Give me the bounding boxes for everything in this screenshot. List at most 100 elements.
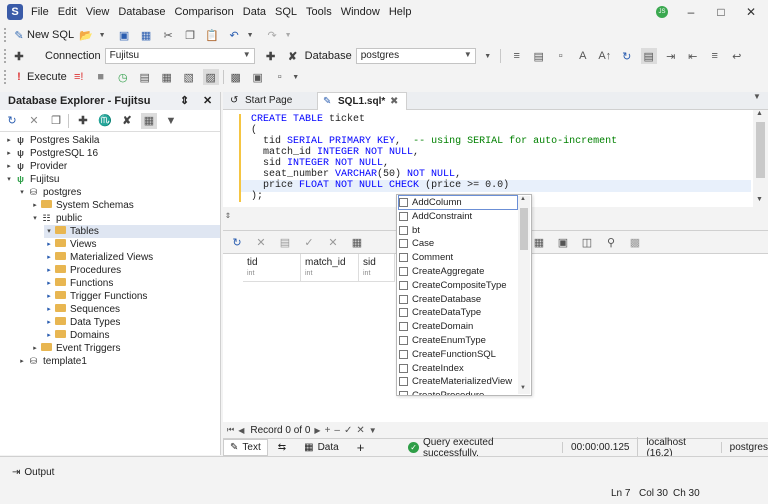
autocomplete-item[interactable]: CreateFunctionSQL: [399, 348, 517, 361]
query-profiler-icon[interactable]: ▤: [137, 69, 153, 85]
column-header-tid[interactable]: tid int: [243, 254, 301, 282]
chevron-right-icon[interactable]: ▸: [17, 355, 27, 368]
disconnect-icon[interactable]: ✘: [285, 48, 301, 64]
uncomment-icon[interactable]: ▫: [553, 48, 569, 64]
chevron-right-icon[interactable]: ▸: [44, 277, 54, 290]
scroll-down-icon[interactable]: ▼: [520, 385, 526, 391]
outdent-icon[interactable]: ⇤: [685, 48, 701, 64]
menu-file[interactable]: File: [31, 0, 49, 24]
refresh-icon[interactable]: ↻: [4, 113, 20, 129]
undo-dropdown-icon[interactable]: ▼: [242, 27, 258, 43]
close-tab-icon[interactable]: ✖: [390, 93, 398, 111]
format-document-icon[interactable]: ≡: [509, 48, 525, 64]
autocomplete-item[interactable]: Comment: [399, 251, 517, 264]
menu-edit[interactable]: Edit: [58, 0, 77, 24]
open-folder-icon[interactable]: 📂: [78, 27, 94, 43]
card-view-icon[interactable]: ▣: [555, 234, 571, 250]
execute-button[interactable]: Execute: [27, 71, 67, 83]
close-window-button[interactable]: ✕: [743, 4, 759, 20]
stop-icon[interactable]: ■: [93, 69, 109, 85]
explain-plan-icon[interactable]: ▦: [159, 69, 175, 85]
sql-icon[interactable]: ▤: [640, 48, 657, 64]
tree-node-sequences[interactable]: ▸ Sequences: [44, 303, 120, 316]
toolbar-grip[interactable]: [4, 49, 7, 63]
redo-icon[interactable]: ↷: [264, 27, 280, 43]
toolbar-overflow-icon[interactable]: ▼: [480, 48, 496, 64]
chevron-down-icon[interactable]: ▾: [44, 225, 54, 238]
history-icon[interactable]: ◷: [115, 69, 131, 85]
uppercase-icon[interactable]: A: [575, 48, 591, 64]
autocomplete-item[interactable]: bt: [399, 224, 517, 237]
menu-database[interactable]: Database: [118, 0, 165, 24]
autocomplete-item[interactable]: CreateCompositeType: [399, 279, 517, 292]
tree-node-postgresql16[interactable]: ▸ ψ PostgreSQL 16: [4, 147, 98, 160]
delete-icon[interactable]: ✕: [26, 113, 42, 129]
chevron-down-icon[interactable]: ▾: [17, 186, 27, 199]
transaction-icon[interactable]: ▧: [181, 69, 197, 85]
menu-sql[interactable]: SQL: [275, 0, 297, 24]
discard-changes-icon[interactable]: ✕: [325, 234, 341, 250]
tree-node-public[interactable]: ▾ ☷ public: [30, 212, 82, 225]
add-tab-icon[interactable]: +: [357, 440, 365, 455]
column-header-sid[interactable]: sid int: [359, 254, 395, 282]
editor-scrollbar[interactable]: ▲ ▼: [753, 110, 768, 228]
cancel-icon[interactable]: ✕: [253, 234, 269, 250]
tab-sql1[interactable]: ✎ SQL1.sql* ✖: [317, 92, 407, 110]
wrap-icon[interactable]: ↩: [729, 48, 745, 64]
autocomplete-item[interactable]: CreateIndex: [399, 362, 517, 375]
tree-node-postgres[interactable]: ▾ ⛁ postgres: [17, 186, 81, 199]
autocomplete-item[interactable]: CreateDatabase: [399, 293, 517, 306]
tree-node-postgres-sakila[interactable]: ▸ ψ Postgres Sakila: [4, 134, 99, 147]
menu-comparison[interactable]: Comparison: [174, 0, 233, 24]
paste-icon[interactable]: 📋: [204, 27, 220, 43]
chevron-down-icon[interactable]: ▾: [4, 173, 14, 186]
autocomplete-item[interactable]: AddConstraint: [399, 210, 517, 223]
menu-window[interactable]: Window: [341, 0, 380, 24]
autocomplete-item[interactable]: Case: [399, 237, 517, 250]
tree-node-views[interactable]: ▸ Views: [44, 238, 97, 251]
autocomplete-item[interactable]: CreateProcedure: [399, 389, 517, 395]
save-icon[interactable]: ▣: [116, 27, 132, 43]
disconnect-icon[interactable]: ✘: [119, 113, 135, 129]
sql-editor[interactable]: CREATE TABLE ticket ( tid SERIAL PRIMARY…: [223, 110, 753, 222]
tabs-dropdown-icon[interactable]: ▼: [753, 92, 761, 101]
connect-icon[interactable]: ✚: [263, 48, 279, 64]
new-sql-button[interactable]: New SQL: [27, 29, 74, 41]
options-dropdown-icon[interactable]: ▼: [288, 69, 304, 85]
redo-dropdown-icon[interactable]: ▼: [280, 27, 296, 43]
chevron-right-icon[interactable]: ▸: [44, 238, 54, 251]
tree-node-event-triggers[interactable]: ▸ Event Triggers: [30, 342, 120, 355]
columns-icon[interactable]: ◫: [579, 234, 595, 250]
autocomplete-item[interactable]: AddColumn: [398, 195, 518, 210]
tab-start-page[interactable]: ↺ Start Page: [225, 92, 315, 110]
insert-row-icon[interactable]: ▤: [277, 234, 293, 250]
open-dropdown-icon[interactable]: ▼: [94, 27, 110, 43]
refresh-icon[interactable]: ↻: [619, 48, 635, 64]
autocomplete-item[interactable]: CreateEnumType: [399, 334, 517, 347]
chevron-right-icon[interactable]: ▸: [44, 316, 54, 329]
tree-node-template1[interactable]: ▸ ⛁ template1: [17, 355, 87, 368]
refresh-icon[interactable]: ↻: [229, 234, 245, 250]
chevron-right-icon[interactable]: ▸: [4, 147, 14, 160]
autocomplete-item[interactable]: CreateAggregate: [399, 265, 517, 278]
more-dropdown-icon[interactable]: ▼: [369, 426, 377, 435]
pin-icon[interactable]: ⇕: [180, 92, 189, 110]
chevron-right-icon[interactable]: ▸: [44, 329, 54, 342]
scrollbar-thumb[interactable]: [756, 122, 765, 178]
scroll-up-icon[interactable]: ▲: [756, 110, 763, 117]
autocomplete-popup[interactable]: AddColumn AddConstraint bt Case Comment Creat…: [396, 194, 532, 396]
swap-icon[interactable]: ⇆: [278, 442, 286, 453]
tree-node-provider[interactable]: ▸ ψ Provider: [4, 160, 67, 173]
scroll-up-icon[interactable]: ▲: [520, 196, 526, 202]
column-header-match-id[interactable]: match_id int: [301, 254, 359, 282]
menu-data[interactable]: Data: [243, 0, 266, 24]
autocomplete-item[interactable]: CreateDomain: [399, 320, 517, 333]
text-tab[interactable]: ✎ Text: [223, 439, 268, 456]
first-record-icon[interactable]: ⏮: [227, 425, 234, 435]
cut-icon[interactable]: ✂: [160, 27, 176, 43]
grid-view-icon[interactable]: ▦: [349, 234, 365, 250]
connect-icon[interactable]: ♏: [97, 113, 113, 129]
next-record-icon[interactable]: ▶: [314, 426, 320, 435]
user-avatar[interactable]: JS: [656, 6, 668, 18]
tree-node-data-types[interactable]: ▸ Data Types: [44, 316, 120, 329]
